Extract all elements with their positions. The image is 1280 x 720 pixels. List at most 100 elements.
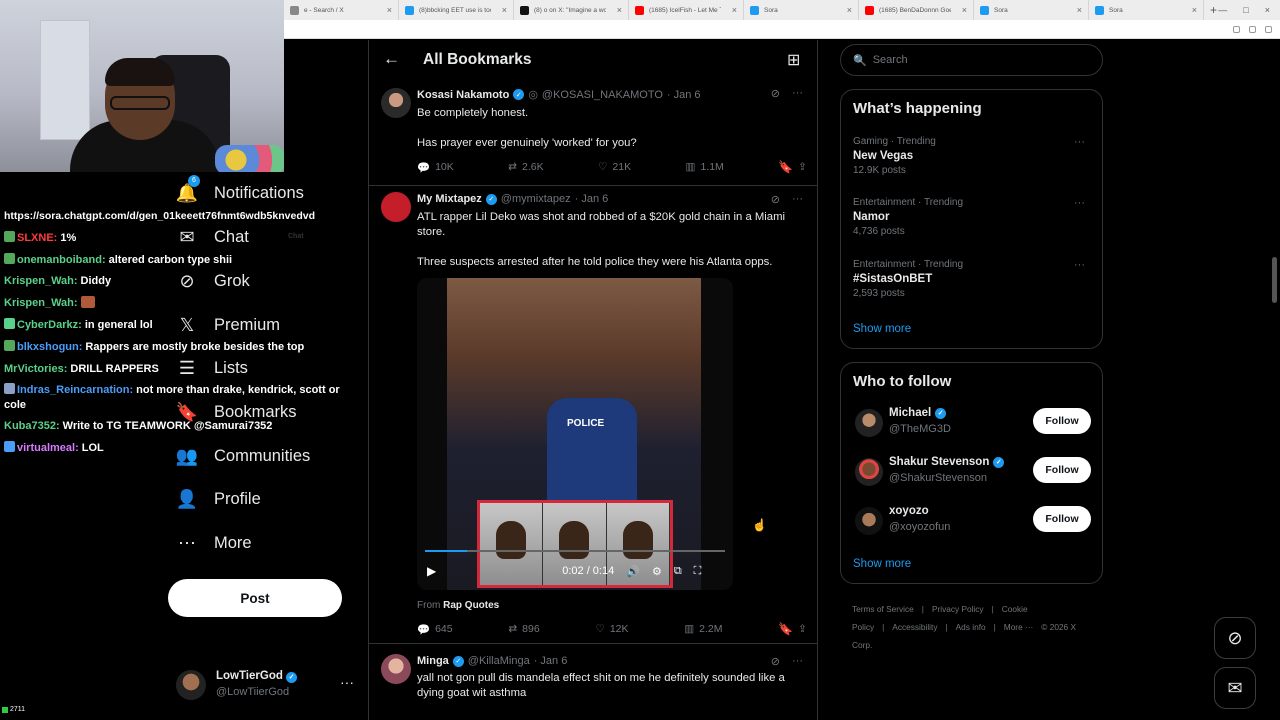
nav-item-lists[interactable]: ☰ Lists	[176, 357, 248, 379]
bookmark-button[interactable]: 🔖 ⇪	[778, 622, 807, 636]
avatar[interactable]	[855, 458, 883, 486]
page-scrollbar[interactable]	[1270, 40, 1280, 720]
avatar[interactable]	[855, 507, 883, 535]
avatar[interactable]	[381, 654, 411, 684]
more-icon[interactable]: ···	[1074, 136, 1085, 148]
chat-username[interactable]: SLXNE:	[17, 232, 57, 244]
post-button[interactable]: Post	[168, 579, 342, 617]
browser-tab[interactable]: (1685) IcelFish - Let Me Tell You ×	[629, 0, 744, 20]
chat-username[interactable]: Krispen_Wah:	[4, 297, 78, 309]
fullscreen-icon[interactable]: ⛶	[694, 565, 702, 578]
avatar[interactable]	[381, 192, 411, 222]
scrollbar-thumb[interactable]	[1272, 257, 1277, 303]
show-more-link[interactable]: Show more	[853, 323, 911, 335]
video-player[interactable]: POLICE ▶ 0:02 / 0:14 🔊 ⚙ ⧉ ⛶	[417, 278, 733, 590]
more-icon[interactable]: ···	[1074, 197, 1085, 209]
settings-icon[interactable]	[1265, 25, 1272, 33]
nav-item-profile[interactable]: 👤 Profile	[176, 488, 261, 510]
close-icon[interactable]: ×	[1192, 5, 1197, 15]
maximize-icon[interactable]: □	[1243, 5, 1248, 15]
chat-username[interactable]: CyberDarkz:	[17, 319, 82, 331]
star-icon[interactable]	[1249, 25, 1256, 33]
close-icon[interactable]: ×	[617, 5, 622, 15]
tweet[interactable]: My Mixtapez ✓ @mymixtapez · Jan 6 ⊘ ··· …	[369, 186, 817, 644]
nav-item-bookmarks[interactable]: 🔖 Bookmarks	[176, 401, 297, 423]
author-handle[interactable]: @mymixtapez	[501, 193, 571, 205]
author-name[interactable]: My Mixtapez	[417, 193, 482, 205]
close-window-icon[interactable]: ×	[1265, 5, 1270, 15]
play-icon[interactable]: ▶	[427, 564, 436, 578]
close-icon[interactable]: ×	[732, 5, 737, 15]
close-icon[interactable]: ×	[962, 5, 967, 15]
tweet-date[interactable]: · Jan 6	[575, 193, 609, 205]
close-icon[interactable]: ×	[1077, 5, 1082, 15]
browser-tab[interactable]: (8)bbcking EET use is too high, a ×	[399, 0, 514, 20]
author-name[interactable]: Minga	[417, 655, 449, 667]
chat-username[interactable]: blkxshogun:	[17, 341, 82, 353]
nav-item-communities[interactable]: 👥 Communities	[176, 445, 310, 467]
footer-link[interactable]: Accessibility	[892, 622, 937, 632]
author-name[interactable]: Kosasi Nakamoto	[417, 89, 509, 101]
suggestion-name[interactable]: xoyozo	[889, 505, 929, 517]
pip-icon[interactable]: ⧉	[674, 565, 682, 578]
nav-item-grok[interactable]: ⊘ Grok	[176, 270, 249, 292]
video-progress-bar[interactable]	[425, 550, 725, 552]
trend-item[interactable]: Entertainment · Trending Namor 4,736 pos…	[853, 197, 1093, 237]
volume-icon[interactable]: 🔊	[626, 565, 640, 578]
author-handle[interactable]: @KillaMinga	[468, 655, 530, 667]
grok-icon[interactable]: ⊘	[771, 87, 780, 100]
bookmark-button[interactable]: 🔖 ⇪	[778, 160, 807, 174]
chat-username[interactable]: onemanboiband:	[17, 254, 106, 266]
search-input[interactable]	[872, 54, 1073, 66]
grok-fab[interactable]: ⊘	[1214, 617, 1256, 659]
extension-icon[interactable]	[1233, 25, 1240, 33]
grok-icon[interactable]: ⊘	[771, 655, 780, 668]
more-icon[interactable]: ···	[792, 193, 803, 206]
browser-tab[interactable]: Sora ×	[974, 0, 1089, 20]
tweet-date[interactable]: · Jan 6	[667, 89, 701, 101]
close-icon[interactable]: ×	[847, 5, 852, 15]
nav-item-chat[interactable]: ✉ Chat	[176, 226, 248, 248]
browser-tab[interactable]: Sora ×	[1089, 0, 1204, 20]
media-source[interactable]: From Rap Quotes	[417, 600, 499, 611]
chat-username[interactable]: Indras_Reincarnation:	[17, 384, 133, 396]
more-icon[interactable]: ···	[792, 87, 803, 100]
from-source[interactable]: Rap Quotes	[443, 600, 499, 611]
footer-link[interactable]: Terms of Service	[852, 604, 914, 614]
footer-link[interactable]: More ···	[1004, 622, 1034, 632]
chat-username[interactable]: MrVictories:	[4, 363, 67, 375]
reply-button[interactable]: 💬 10K	[417, 160, 454, 174]
nav-item-more[interactable]: ⋯ More	[176, 532, 252, 554]
tweet[interactable]: Minga ✓ @KillaMinga · Jan 6 ⊘ ··· yall n…	[369, 644, 817, 720]
footer-link[interactable]: Privacy Policy	[932, 604, 984, 614]
account-switcher[interactable]: LowTierGod ✓ @LowTiierGod ···	[176, 668, 356, 704]
grok-icon[interactable]: ⊘	[771, 193, 780, 206]
follow-button[interactable]: Follow	[1033, 506, 1091, 532]
close-icon[interactable]: ×	[502, 5, 507, 15]
views-button[interactable]: ▥ 2.2M	[684, 622, 722, 636]
new-tab-icon[interactable]: +	[1210, 3, 1217, 17]
nav-item-premium[interactable]: 𝕏 Premium	[176, 314, 280, 336]
minimize-icon[interactable]: —	[1218, 5, 1227, 15]
follow-suggestion[interactable]: xoyozo @xoyozofun Follow	[853, 505, 1093, 539]
show-more-link[interactable]: Show more	[853, 558, 911, 570]
share-icon[interactable]: ⇪	[798, 161, 807, 173]
avatar[interactable]	[855, 409, 883, 437]
browser-tab[interactable]: (8) o on X: "Imagine a world htt: ×	[514, 0, 629, 20]
follow-button[interactable]: Follow	[1033, 408, 1091, 434]
add-folder-icon[interactable]: ⊞	[787, 50, 800, 70]
trend-item[interactable]: Gaming · Trending New Vegas 12.9K posts …	[853, 136, 1093, 176]
follow-suggestion[interactable]: Shakur Stevenson ✓ @ShakurStevenson Follo…	[853, 456, 1093, 490]
more-icon[interactable]: ···	[792, 655, 803, 668]
back-arrow-icon[interactable]: ←	[383, 49, 400, 69]
follow-suggestion[interactable]: Michael ✓ @TheMG3D Follow	[853, 407, 1093, 441]
messages-fab[interactable]: ✉	[1214, 667, 1256, 709]
share-icon[interactable]: ⇪	[798, 623, 807, 635]
reply-button[interactable]: 💬 645	[417, 622, 453, 636]
trend-item[interactable]: Entertainment · Trending #SistasOnBET 2,…	[853, 259, 1093, 299]
suggestion-name[interactable]: Shakur Stevenson ✓	[889, 456, 1005, 468]
chat-username[interactable]: Kuba7352:	[4, 420, 60, 432]
chat-username[interactable]: Krispen_Wah:	[4, 275, 78, 287]
avatar[interactable]	[381, 88, 411, 118]
nav-item-notifications[interactable]: 🔔 6 Notifications	[176, 175, 304, 204]
